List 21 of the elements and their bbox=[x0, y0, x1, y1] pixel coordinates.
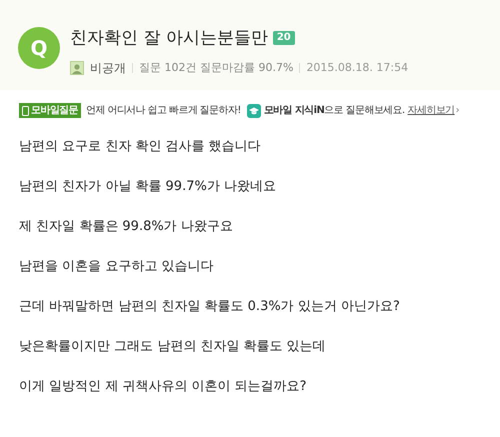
phone-icon bbox=[22, 106, 29, 116]
mobile-question-tag: 모바일질문 bbox=[19, 103, 82, 118]
question-stats: 질문 102건 질문마감률 90.7% bbox=[139, 60, 294, 76]
body-paragraph: 남편의 친자가 아닐 확률 99.7%가 나왔네요 bbox=[19, 178, 277, 196]
body-paragraph: 남편의 요구로 친자 확인 검사를 했습니다 bbox=[19, 138, 262, 156]
details-link[interactable]: 자세히보기 bbox=[408, 103, 455, 118]
question-badge: Q bbox=[18, 27, 60, 69]
body-paragraph: 근데 바꿔말하면 남편의 친자일 확률도 0.3%가 있는거 아닌가요? bbox=[19, 298, 401, 316]
avatar-icon bbox=[70, 61, 84, 75]
body-paragraph: 이게 일방적인 제 귀책사유의 이혼이 되는걸까요? bbox=[19, 378, 308, 396]
author-name: 비공개 bbox=[90, 60, 126, 77]
link-arrow-icon: › bbox=[456, 103, 460, 118]
points-badge: 20 bbox=[272, 31, 295, 45]
post-date: 2015.08.18. 17:54 bbox=[306, 60, 408, 76]
banner-slogan: 언제 어디서나 쉽고 빠르게 질문하자! bbox=[86, 104, 241, 118]
question-title: 친자확인 잘 아시는분들만 bbox=[70, 27, 268, 49]
body-paragraph: 제 친자일 확률은 99.8%가 나왔구요 bbox=[19, 218, 234, 236]
graduation-cap-icon bbox=[246, 104, 261, 118]
body-paragraph: 남편을 이혼을 요구하고 있습니다 bbox=[19, 258, 214, 276]
banner-message: 모바일 지식iN으로 질문해보세요. bbox=[264, 104, 405, 118]
body-paragraph: 낮은확률이지만 그래도 남편의 친자일 확률도 있는데 bbox=[19, 338, 327, 356]
